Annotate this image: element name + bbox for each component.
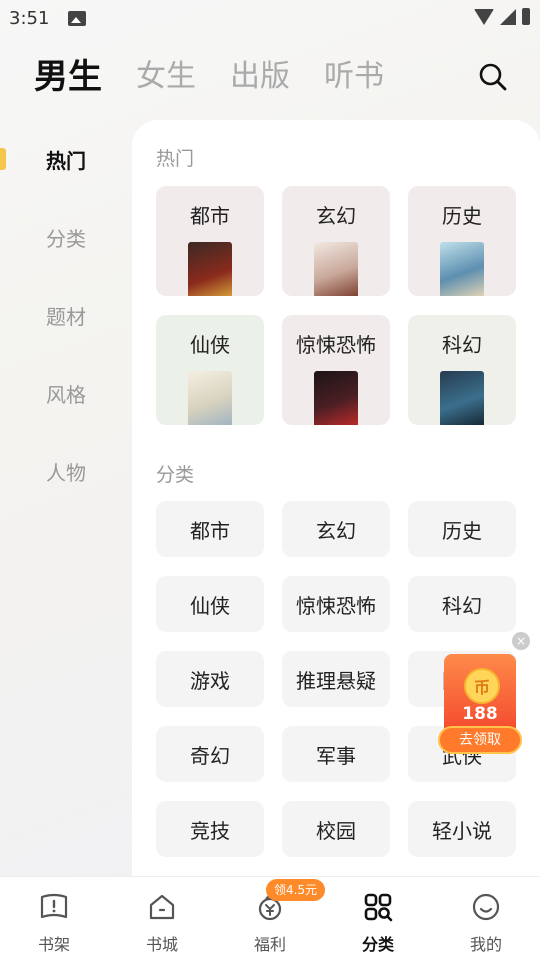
hot-card-xianxia[interactable]: 仙侠 (156, 315, 264, 425)
hot-card-label: 历史 (442, 204, 482, 228)
sidebar-item-theme[interactable]: 题材 (0, 276, 132, 354)
hot-card-urban[interactable]: 都市 (156, 186, 264, 296)
reward-widget[interactable]: × 188 去领取 (438, 632, 530, 756)
nav-label: 我的 (469, 935, 502, 954)
category-button[interactable]: 都市 (156, 501, 264, 557)
battery-icon (522, 8, 530, 25)
nav-item-bookshelf[interactable]: 书架 (0, 877, 108, 961)
hot-card-history[interactable]: 历史 (408, 186, 516, 296)
category-button[interactable]: 轻小说 (408, 801, 516, 857)
image-notification-icon (68, 11, 86, 26)
welfare-badge: 领4.5元 (266, 879, 326, 901)
category-button[interactable]: 竞技 (156, 801, 264, 857)
bookshelf-icon (40, 893, 68, 919)
category-button[interactable]: 奇幻 (156, 726, 264, 782)
category-button[interactable]: 科幻 (408, 576, 516, 632)
sidebar-item-character[interactable]: 人物 (0, 432, 132, 510)
category-button[interactable]: 军事 (282, 726, 390, 782)
book-cover-image (188, 371, 232, 425)
nav-item-category[interactable]: 分类 (324, 877, 432, 961)
tab-audiobook[interactable]: 听书 (324, 56, 384, 98)
nav-item-bookstore[interactable]: 书城 (108, 877, 216, 961)
hot-card-label: 玄幻 (316, 204, 356, 228)
sidebar-item-style[interactable]: 风格 (0, 354, 132, 432)
wifi-icon (474, 8, 494, 25)
nav-label: 书架 (37, 935, 70, 954)
sidebar-item-hot[interactable]: 热门 (0, 120, 132, 198)
category-section-title: 分类 (156, 464, 195, 486)
category-button[interactable]: 推理悬疑 (282, 651, 390, 707)
book-cover-image (188, 242, 232, 296)
nav-label: 福利 (253, 935, 286, 954)
nav-label: 书城 (145, 935, 178, 954)
book-cover-image (314, 242, 358, 296)
sidebar-item-category[interactable]: 分类 (0, 198, 132, 276)
close-icon[interactable]: × (512, 632, 530, 650)
book-cover-image (314, 371, 358, 425)
nav-label: 分类 (361, 935, 394, 954)
profile-icon (472, 893, 500, 921)
book-cover-image (440, 242, 484, 296)
hot-card-scifi[interactable]: 科幻 (408, 315, 516, 425)
signal-icon (500, 8, 516, 25)
book-cover-image (440, 371, 484, 425)
hot-card-label: 都市 (190, 204, 230, 228)
tab-male[interactable]: 男生 (34, 56, 102, 98)
category-button[interactable]: 玄幻 (282, 501, 390, 557)
reward-amount: 188 (462, 704, 498, 724)
hot-card-horror[interactable]: 惊悚恐怖 (282, 315, 390, 425)
bookstore-icon (149, 894, 175, 920)
category-button[interactable]: 仙侠 (156, 576, 264, 632)
status-time: 3:51 (9, 8, 50, 29)
status-indicators (474, 8, 530, 25)
bottom-nav: 书架 书城 福利 分类 我的 领4.5元 (0, 876, 540, 961)
category-icon (364, 893, 393, 922)
category-button[interactable]: 惊悚恐怖 (282, 576, 390, 632)
channel-tabs: 男生 女生 出版 听书 (34, 56, 384, 98)
nav-item-profile[interactable]: 我的 (432, 877, 540, 961)
category-button[interactable]: 游戏 (156, 651, 264, 707)
status-bar: 3:51 (0, 0, 540, 36)
category-button[interactable]: 校园 (282, 801, 390, 857)
search-icon[interactable] (478, 62, 508, 92)
content-panel: 热门 都市 玄幻 历史 仙侠 惊悚恐怖 科幻 分类 都市 玄幻 历史 仙侠 惊悚… (132, 120, 540, 880)
category-button[interactable]: 历史 (408, 501, 516, 557)
hot-section-title: 热门 (156, 148, 195, 170)
category-sidebar: 热门 分类 题材 风格 人物 (0, 120, 132, 510)
hot-card-label: 科幻 (442, 333, 482, 357)
coin-icon (464, 668, 500, 704)
claim-reward-button[interactable]: 去领取 (438, 726, 522, 754)
hot-card-fantasy[interactable]: 玄幻 (282, 186, 390, 296)
hot-card-label: 仙侠 (190, 333, 230, 357)
tab-published[interactable]: 出版 (230, 56, 290, 98)
hot-card-label: 惊悚恐怖 (296, 333, 376, 357)
tab-female[interactable]: 女生 (136, 56, 196, 98)
